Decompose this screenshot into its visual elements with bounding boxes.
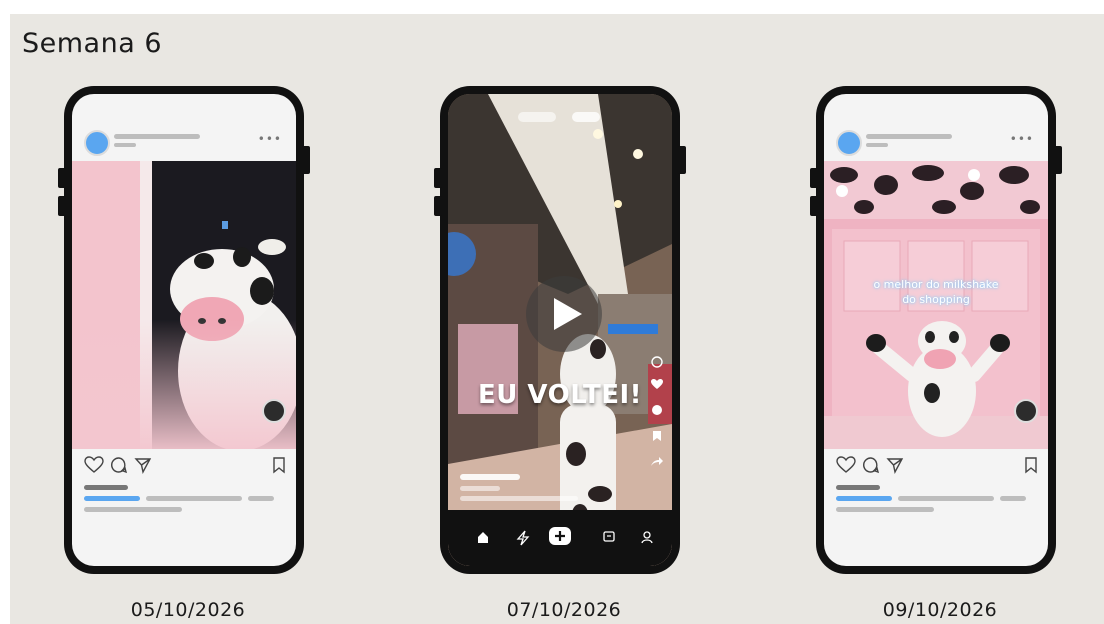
planning-board: Semana 6 ••• 05/10/2026 EU VOLTEI! 07/10… [10, 14, 1104, 624]
heart-icon[interactable] [836, 456, 856, 474]
play-button[interactable] [526, 276, 602, 352]
instagram-post-3[interactable]: ••• o melhor do milkshake do shopping [824, 94, 1048, 566]
post-date-3: 09/10/2026 [882, 599, 998, 621]
reel-tab-indicator[interactable] [572, 112, 600, 122]
phone-mockup-2: EU VOLTEI! [434, 86, 686, 574]
bookmark-icon[interactable] [272, 456, 286, 474]
more-options-icon[interactable]: ••• [258, 132, 282, 146]
post-actions [72, 452, 296, 482]
reels-icon[interactable] [516, 530, 530, 546]
phone-mockup-3: ••• o melhor do milkshake do shopping [810, 86, 1062, 574]
page-title: Semana 6 [22, 28, 163, 59]
avatar[interactable] [836, 130, 862, 156]
avatar[interactable] [84, 130, 110, 156]
camera-icon[interactable] [650, 356, 664, 368]
more-options-icon[interactable]: ••• [1010, 132, 1034, 146]
post-photo[interactable] [72, 161, 296, 449]
share-icon[interactable] [650, 456, 664, 468]
neon-sign: o melhor do milkshake do shopping [873, 278, 999, 306]
heart-icon[interactable] [650, 378, 664, 390]
instagram-post-1[interactable]: ••• [72, 94, 296, 566]
messages-icon[interactable] [602, 530, 616, 544]
share-icon[interactable] [134, 456, 152, 474]
share-icon[interactable] [886, 456, 904, 474]
post-header: ••• [72, 94, 296, 160]
post-date-1: 05/10/2026 [130, 599, 246, 621]
brand-badge-icon [1014, 399, 1038, 423]
bookmark-icon[interactable] [1024, 456, 1038, 474]
post-date-2: 07/10/2026 [506, 599, 622, 621]
post-header: ••• [824, 94, 1048, 160]
play-icon [554, 298, 582, 330]
create-icon[interactable] [548, 526, 572, 546]
comment-icon[interactable] [650, 404, 664, 416]
reel-tab-indicator[interactable] [518, 112, 556, 122]
home-icon[interactable] [476, 530, 490, 544]
instagram-reel[interactable]: EU VOLTEI! [448, 94, 672, 566]
comment-icon[interactable] [862, 456, 880, 474]
bookmark-icon[interactable] [650, 430, 664, 442]
post-photo[interactable]: o melhor do milkshake do shopping [824, 161, 1048, 449]
reel-bottom-nav [448, 510, 672, 566]
brand-badge-icon [262, 399, 286, 423]
profile-icon[interactable] [640, 530, 654, 544]
reel-overlay-text: EU VOLTEI! [478, 380, 642, 410]
phone-mockup-1: ••• [58, 86, 310, 574]
post-actions [824, 452, 1048, 482]
comment-icon[interactable] [110, 456, 128, 474]
heart-icon[interactable] [84, 456, 104, 474]
